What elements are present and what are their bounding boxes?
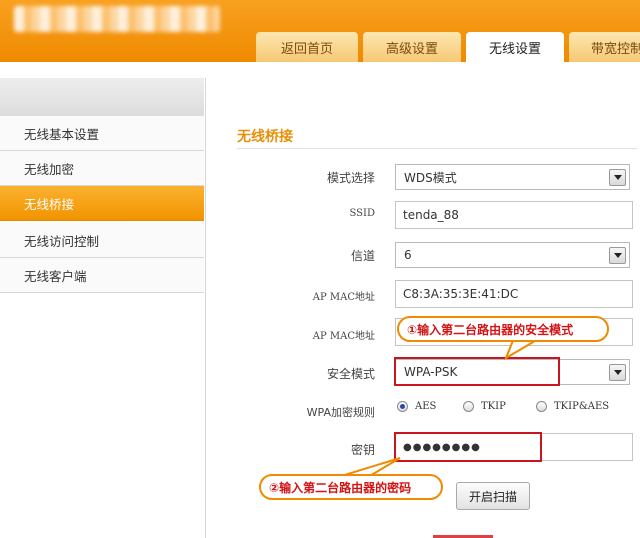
top-header: 返回首页 高级设置 无线设置 带宽控制 <box>0 0 640 62</box>
channel-label: 信道 <box>350 249 375 263</box>
channel-select-value: 6 <box>404 248 412 262</box>
sidebar: 无线基本设置 无线加密 无线桥接 无线访问控制 无线客户端 <box>0 78 206 538</box>
sidebar-header <box>0 78 204 116</box>
sidebar-item-wireless-bridge[interactable]: 无线桥接 <box>0 186 204 221</box>
key-highlight <box>394 432 542 462</box>
sidebar-item-label: 无线访问控制 <box>24 233 100 249</box>
radio-aes[interactable]: AES <box>397 401 436 412</box>
radio-tkip[interactable]: TKIP <box>463 401 506 412</box>
ssid-label: SSID <box>349 208 376 219</box>
main-panel: 无线桥接 <box>207 78 640 538</box>
callout-security-mode: ①输入第二台路由器的安全模式 <box>397 316 609 342</box>
wpa-rule-label: WPA加密规则 <box>306 406 375 419</box>
mode-select[interactable]: WDS模式 <box>395 164 630 190</box>
ap-mac-input-1-value: C8:3A:35:3E:41:DC <box>403 287 519 301</box>
security-mode-label: 安全模式 <box>326 367 375 381</box>
radio-aes-label: AES <box>415 401 437 412</box>
chevron-down-icon[interactable] <box>609 169 626 186</box>
callout-security-mode-text: ①输入第二台路由器的安全模式 <box>407 322 574 337</box>
radio-button-icon[interactable] <box>397 401 408 412</box>
radio-tkip-aes-label: TKIP&AES <box>554 401 610 412</box>
scan-button[interactable]: 开启扫描 <box>456 482 530 510</box>
brand-logo <box>14 6 220 32</box>
callout-password-text: ②输入第二台路由器的密码 <box>269 480 412 495</box>
ap-mac-input-1[interactable]: C8:3A:35:3E:41:DC <box>395 280 633 308</box>
tab-bandwidth-control[interactable]: 带宽控制 <box>569 32 640 62</box>
channel-select[interactable]: 6 <box>395 242 630 268</box>
sidebar-item-label: 无线桥接 <box>24 196 75 212</box>
chevron-down-icon[interactable] <box>609 364 626 381</box>
title-divider <box>237 148 637 149</box>
sidebar-item-wireless-basic[interactable]: 无线基本设置 <box>0 116 204 151</box>
sidebar-item-wireless-clients[interactable]: 无线客户端 <box>0 258 204 293</box>
sidebar-item-wireless-encryption[interactable]: 无线加密 <box>0 151 204 186</box>
tab-advanced-settings[interactable]: 高级设置 <box>363 32 461 62</box>
main-nav-tabs: 返回首页 高级设置 无线设置 带宽控制 <box>256 32 640 62</box>
tab-home[interactable]: 返回首页 <box>256 32 358 62</box>
sidebar-item-label: 无线客户端 <box>24 268 87 284</box>
ssid-input[interactable]: tenda_88 <box>395 201 633 229</box>
ap-mac-label-2: AP MAC地址 <box>312 331 375 342</box>
radio-tkip-label: TKIP <box>481 401 506 412</box>
tab-wireless-settings[interactable]: 无线设置 <box>466 32 564 62</box>
security-mode-highlight <box>394 357 560 386</box>
callout-password: ②输入第二台路由器的密码 <box>259 474 443 500</box>
radio-tkip-aes[interactable]: TKIP&AES <box>536 401 609 412</box>
mode-select-value: WDS模式 <box>404 170 457 185</box>
chevron-down-icon[interactable] <box>609 247 626 264</box>
page-title: 无线桥接 <box>237 129 293 145</box>
sidebar-item-label: 无线加密 <box>24 161 75 177</box>
mode-label: 模式选择 <box>326 171 375 185</box>
ssid-input-value: tenda_88 <box>403 208 459 222</box>
ap-mac-label-1: AP MAC地址 <box>312 292 375 303</box>
radio-button-icon[interactable] <box>463 401 474 412</box>
radio-button-icon[interactable] <box>536 401 547 412</box>
sidebar-item-label: 无线基本设置 <box>24 126 100 142</box>
sidebar-item-wireless-access-control[interactable]: 无线访问控制 <box>0 223 204 258</box>
header-divider <box>0 62 640 76</box>
